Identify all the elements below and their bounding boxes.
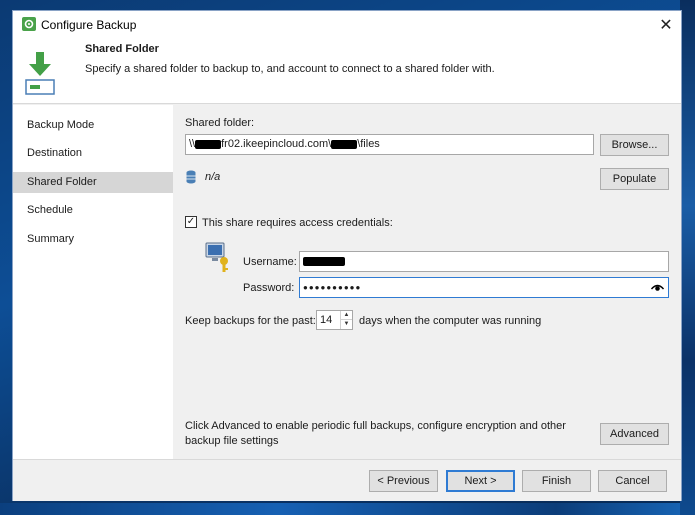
password-label: Password: <box>243 282 295 294</box>
finish-button[interactable]: Finish <box>522 470 591 492</box>
path-suffix: \files <box>357 138 380 150</box>
share-status-text: n/a <box>205 171 221 183</box>
sidebar-item-backup-mode[interactable]: Backup Mode <box>13 115 173 136</box>
backup-download-icon <box>23 50 57 96</box>
populate-button[interactable]: Populate <box>600 168 669 190</box>
redacted-username <box>303 256 345 266</box>
sidebar-item-schedule[interactable]: Schedule <box>13 200 173 221</box>
sidebar-item-destination[interactable]: Destination <box>13 143 173 164</box>
wizard-header: Shared Folder Specify a shared folder to… <box>13 38 681 104</box>
advanced-description-line2: backup file settings <box>185 435 279 447</box>
close-icon: ✕ <box>659 16 673 34</box>
shared-folder-path-input[interactable]: \\ fr02.ikeepincloud.com\ \files <box>185 134 594 155</box>
previous-button[interactable]: < Previous <box>369 470 438 492</box>
database-icon <box>186 170 196 187</box>
desktop-background <box>0 503 695 515</box>
wizard-footer: < Previous Next > Finish Cancel <box>13 459 681 501</box>
app-icon <box>22 17 36 31</box>
password-mask: ●●●●●●●●●● <box>303 283 362 292</box>
username-label: Username: <box>243 256 297 268</box>
retention-days-value: 14 <box>320 314 333 326</box>
wizard-steps-sidebar: Backup Mode Destination Shared Folder Sc… <box>13 105 173 459</box>
browse-button[interactable]: Browse... <box>600 134 669 156</box>
show-password-eye-icon[interactable] <box>650 283 665 295</box>
password-input[interactable]: ●●●●●●●●●● <box>299 277 669 298</box>
shared-folder-panel: Shared folder: \\ fr02.ikeepincloud.com\ \… <box>173 105 681 459</box>
shared-folder-label: Shared folder: <box>185 117 255 129</box>
stepper-arrows: ▲ ▼ <box>340 311 352 329</box>
retention-suffix-label: days when the computer was running <box>359 315 542 327</box>
step-description: Specify a shared folder to backup to, an… <box>85 63 495 75</box>
path-host: fr02.ikeepincloud.com\ <box>221 138 332 150</box>
advanced-button[interactable]: Advanced <box>600 423 669 445</box>
retention-days-stepper[interactable]: 14 ▲ ▼ <box>316 310 353 330</box>
retention-prefix-label: Keep backups for the past: <box>185 315 316 327</box>
close-button[interactable]: ✕ <box>651 11 681 38</box>
credentials-checkbox-label: This share requires access credentials: <box>202 217 393 229</box>
window-title: Configure Backup <box>41 18 137 32</box>
user-key-icon <box>204 241 232 276</box>
redacted-server <box>195 139 222 149</box>
advanced-description-line1: Click Advanced to enable periodic full b… <box>185 420 566 432</box>
next-button[interactable]: Next > <box>446 470 515 492</box>
stepper-up-icon[interactable]: ▲ <box>341 311 352 320</box>
username-input[interactable] <box>299 251 669 272</box>
cancel-button[interactable]: Cancel <box>598 470 667 492</box>
step-title: Shared Folder <box>85 43 159 55</box>
desktop-background-right <box>680 0 695 515</box>
title-bar: Configure Backup ✕ <box>13 11 681 38</box>
configure-backup-dialog: Configure Backup ✕ Shared Folder Specify… <box>12 10 682 501</box>
sidebar-item-summary[interactable]: Summary <box>13 229 173 250</box>
stepper-down-icon[interactable]: ▼ <box>341 320 352 329</box>
credentials-checkbox[interactable]: ✓ <box>185 216 197 228</box>
sidebar-item-shared-folder[interactable]: Shared Folder <box>13 172 173 193</box>
redacted-share <box>331 139 358 149</box>
